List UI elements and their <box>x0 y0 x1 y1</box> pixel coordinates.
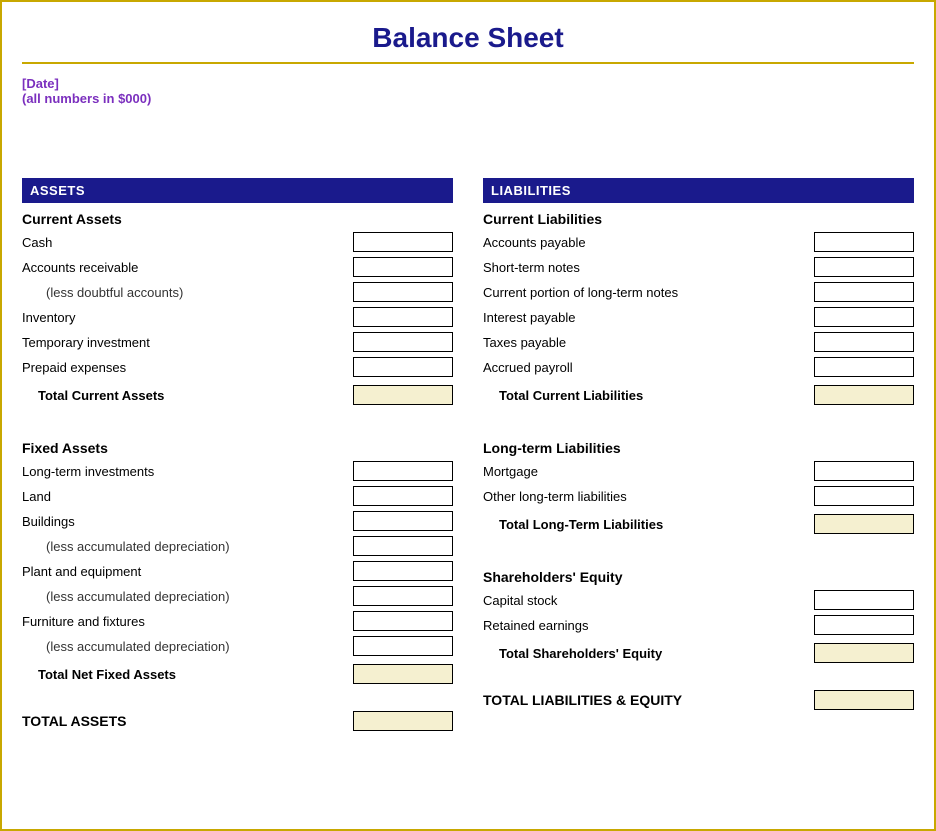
numbers-label: (all numbers in $000) <box>22 91 914 106</box>
list-item: Mortgage <box>483 460 914 482</box>
list-item: (less doubtful accounts) <box>22 281 453 303</box>
list-item: Capital stock <box>483 589 914 611</box>
total-current-assets-row: Total Current Assets <box>22 384 453 406</box>
list-item: Prepaid expenses <box>22 356 453 378</box>
total-longterm-liabilities-row: Total Long-Term Liabilities <box>483 513 914 535</box>
equity-section: Shareholders' Equity Capital stock Retai… <box>483 569 914 664</box>
less-doubtful-input[interactable] <box>353 282 453 302</box>
total-liabilities-equity-input[interactable] <box>814 690 914 710</box>
liabilities-column: LIABILITIES Current Liabilities Accounts… <box>483 178 914 731</box>
date-label: [Date] <box>22 76 914 91</box>
page-title: Balance Sheet <box>22 12 914 64</box>
total-equity-row: Total Shareholders' Equity <box>483 642 914 664</box>
list-item: Cash <box>22 231 453 253</box>
total-net-fixed-assets-row: Total Net Fixed Assets <box>22 663 453 685</box>
total-current-assets-input[interactable] <box>353 385 453 405</box>
list-item: Short-term notes <box>483 256 914 278</box>
less-accum-dep-buildings-input[interactable] <box>353 536 453 556</box>
cash-input[interactable] <box>353 232 453 252</box>
list-item: Buildings <box>22 510 453 532</box>
land-input[interactable] <box>353 486 453 506</box>
fixed-assets-section: Fixed Assets Long-term investments Land … <box>22 440 453 685</box>
total-net-fixed-assets-input[interactable] <box>353 664 453 684</box>
longterm-liabilities-section: Long-term Liabilities Mortgage Other lon… <box>483 440 914 535</box>
list-item: (less accumulated depreciation) <box>22 535 453 557</box>
buildings-input[interactable] <box>353 511 453 531</box>
current-portion-longterm-input[interactable] <box>814 282 914 302</box>
list-item: Accounts receivable <box>22 256 453 278</box>
inventory-input[interactable] <box>353 307 453 327</box>
furniture-fixtures-input[interactable] <box>353 611 453 631</box>
list-item: Taxes payable <box>483 331 914 353</box>
list-item: Long-term investments <box>22 460 453 482</box>
list-item: (less accumulated depreciation) <box>22 585 453 607</box>
total-current-liabilities-row: Total Current Liabilities <box>483 384 914 406</box>
total-equity-input[interactable] <box>814 643 914 663</box>
longterm-liabilities-title: Long-term Liabilities <box>483 440 914 456</box>
equity-title: Shareholders' Equity <box>483 569 914 585</box>
plant-equipment-input[interactable] <box>353 561 453 581</box>
retained-earnings-input[interactable] <box>814 615 914 635</box>
list-item: Land <box>22 485 453 507</box>
accounts-receivable-input[interactable] <box>353 257 453 277</box>
list-item: Interest payable <box>483 306 914 328</box>
total-liabilities-equity-row: TOTAL LIABILITIES & EQUITY <box>483 684 914 710</box>
list-item: (less accumulated depreciation) <box>22 635 453 657</box>
less-accum-dep-furniture-input[interactable] <box>353 636 453 656</box>
short-term-notes-input[interactable] <box>814 257 914 277</box>
temporary-investment-input[interactable] <box>353 332 453 352</box>
list-item: Other long-term liabilities <box>483 485 914 507</box>
assets-column: ASSETS Current Assets Cash Accounts rece… <box>22 178 453 731</box>
current-liabilities-section: Current Liabilities Accounts payable Sho… <box>483 211 914 406</box>
total-longterm-liabilities-input[interactable] <box>814 514 914 534</box>
longterm-investments-input[interactable] <box>353 461 453 481</box>
list-item: Furniture and fixtures <box>22 610 453 632</box>
total-assets-row: TOTAL ASSETS <box>22 705 453 731</box>
accrued-payroll-input[interactable] <box>814 357 914 377</box>
list-item: Temporary investment <box>22 331 453 353</box>
list-item: Accounts payable <box>483 231 914 253</box>
current-assets-section: Current Assets Cash Accounts receivable … <box>22 211 453 406</box>
assets-header: ASSETS <box>22 178 453 203</box>
liabilities-header: LIABILITIES <box>483 178 914 203</box>
list-item: Retained earnings <box>483 614 914 636</box>
mortgage-input[interactable] <box>814 461 914 481</box>
list-item: Current portion of long-term notes <box>483 281 914 303</box>
list-item: Inventory <box>22 306 453 328</box>
other-longterm-liabilities-input[interactable] <box>814 486 914 506</box>
taxes-payable-input[interactable] <box>814 332 914 352</box>
list-item: Plant and equipment <box>22 560 453 582</box>
fixed-assets-title: Fixed Assets <box>22 440 453 456</box>
interest-payable-input[interactable] <box>814 307 914 327</box>
current-assets-title: Current Assets <box>22 211 453 227</box>
total-current-liabilities-input[interactable] <box>814 385 914 405</box>
less-accum-dep-plant-input[interactable] <box>353 586 453 606</box>
capital-stock-input[interactable] <box>814 590 914 610</box>
prepaid-expenses-input[interactable] <box>353 357 453 377</box>
total-assets-input[interactable] <box>353 711 453 731</box>
accounts-payable-input[interactable] <box>814 232 914 252</box>
list-item: Accrued payroll <box>483 356 914 378</box>
current-liabilities-title: Current Liabilities <box>483 211 914 227</box>
